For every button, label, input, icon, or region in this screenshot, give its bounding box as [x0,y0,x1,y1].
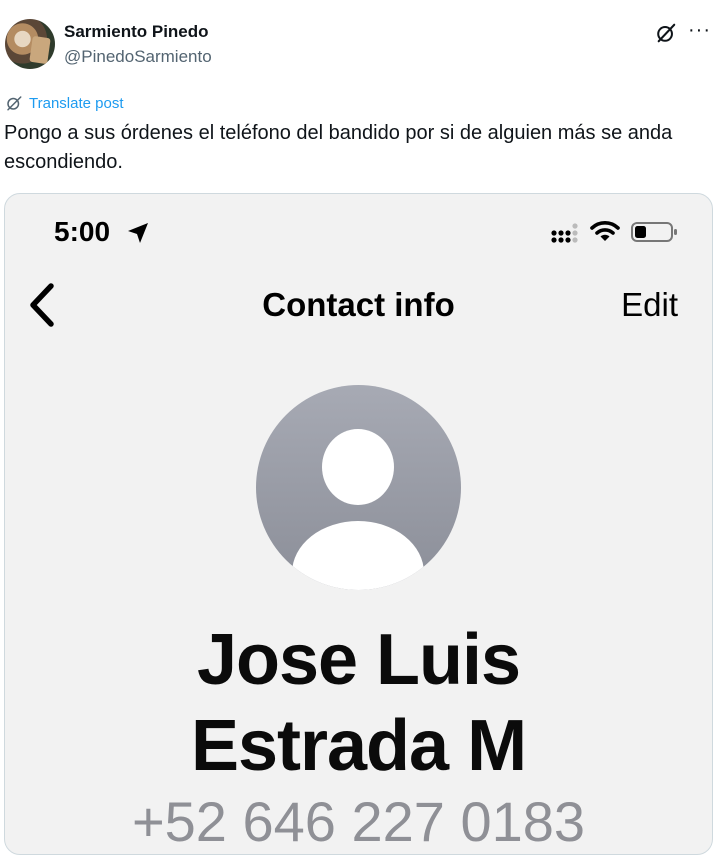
post-text: Pongo a sus órdenes el teléfono del band… [4,122,673,173]
wifi-icon [590,221,620,241]
contact-name-line-1: Jose Luis [196,620,521,700]
more-options-icon[interactable]: ··· [688,20,711,40]
contact-photo-placeholder [256,385,461,590]
cellular-signal-icon [551,223,578,243]
person-head-shape [322,429,394,505]
battery-icon [631,222,677,242]
translate-icon [7,96,22,111]
translate-post-link[interactable]: Translate post [5,93,124,113]
post-image[interactable]: 5:00 Contact info Edit Jose Luis Estrada… [4,193,713,855]
author-handle[interactable]: @PinedoSarmiento [64,47,212,67]
contact-phone-number: +52 646 227 0183 [131,790,586,853]
edit-button[interactable]: Edit [621,286,678,324]
author-display-name[interactable]: Sarmiento Pinedo [64,22,209,42]
translate-post-label: Translate post [29,94,124,112]
contact-name-line-2: Estrada M [190,706,527,786]
status-time: 5:00 [54,216,111,247]
contact-info-title: Contact info [262,286,455,323]
person-body-shape [292,521,424,590]
grok-icon[interactable] [655,22,677,44]
location-arrow-icon [128,223,148,243]
contact-name: Jose Luis Estrada M [5,617,712,789]
author-avatar[interactable] [5,19,55,69]
